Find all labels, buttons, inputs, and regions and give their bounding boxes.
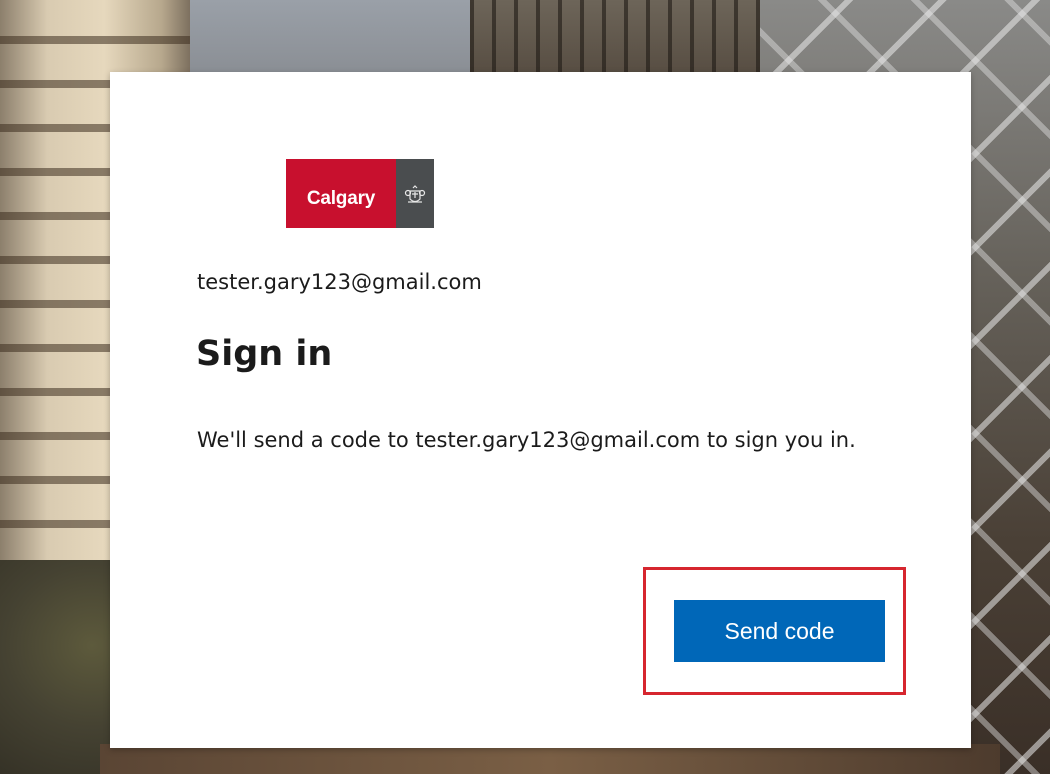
- coat-of-arms-icon: [396, 159, 434, 228]
- background-building-middle: [470, 0, 770, 75]
- sign-in-card: Calgary tester.gary123@gmail.com Sign in…: [110, 72, 971, 748]
- logo-wordmark: Calgary: [286, 159, 396, 228]
- account-email: tester.gary123@gmail.com: [197, 270, 482, 294]
- logo-text: Calgary: [306, 187, 376, 209]
- calgary-logo: Calgary: [286, 159, 434, 228]
- send-code-button[interactable]: Send code: [674, 600, 885, 662]
- page-title: Sign in: [196, 334, 333, 374]
- background-street: [100, 744, 1000, 774]
- sign-in-description: We'll send a code to tester.gary123@gmai…: [197, 428, 856, 452]
- background-sky: [190, 0, 480, 75]
